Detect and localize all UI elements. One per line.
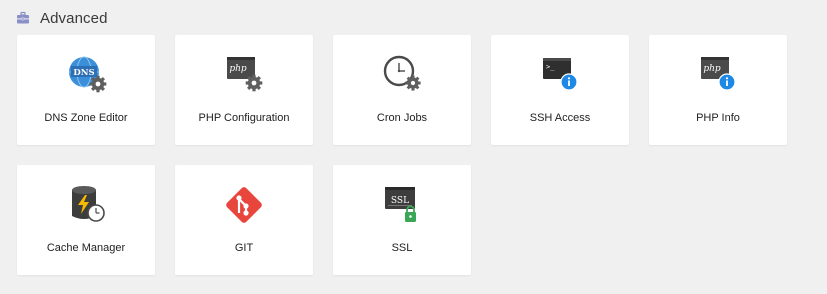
tool-label: PHP Configuration	[198, 112, 290, 124]
tool-card-git[interactable]: GIT	[175, 165, 313, 275]
section-header: Advanced	[16, 8, 108, 28]
tool-label: DNS Zone Editor	[44, 112, 128, 124]
svg-text:>_: >_	[546, 63, 555, 71]
tool-label: Cache Manager	[46, 242, 126, 254]
ssl-lock-icon: SSL	[380, 183, 424, 227]
tool-label: PHP Info	[696, 112, 740, 124]
terminal-info-icon: >_	[538, 53, 582, 97]
tool-label: GIT	[234, 242, 254, 254]
tool-card-cron-jobs[interactable]: Cron Jobs	[333, 35, 471, 145]
svg-text:php: php	[703, 64, 721, 74]
tool-card-dns-zone-editor[interactable]: DNS DNS Zone Editor	[17, 35, 155, 145]
advanced-section: Advanced DNS DNS Zone Editor php PHP Con…	[0, 0, 827, 294]
tools-grid: DNS DNS Zone Editor php PHP Configuratio…	[17, 35, 787, 275]
tool-card-ssl[interactable]: SSL SSL	[333, 165, 471, 275]
svg-text:SSL: SSL	[391, 196, 409, 206]
svg-text:DNS: DNS	[73, 68, 94, 78]
section-title: Advanced	[40, 9, 108, 27]
tool-card-ssh-access[interactable]: >_ SSH Access	[491, 35, 629, 145]
git-icon	[222, 183, 266, 227]
clock-gear-icon	[380, 53, 424, 97]
tool-label: SSL	[391, 242, 413, 254]
tool-card-php-configuration[interactable]: php PHP Configuration	[175, 35, 313, 145]
tool-label: Cron Jobs	[376, 112, 428, 124]
toolbox-icon	[16, 11, 30, 25]
php-info-icon: php	[696, 53, 740, 97]
svg-text:php: php	[229, 64, 247, 74]
tool-card-cache-manager[interactable]: Cache Manager	[17, 165, 155, 275]
dns-gear-icon: DNS	[64, 53, 108, 97]
tool-card-php-info[interactable]: php PHP Info	[649, 35, 787, 145]
php-gear-icon: php	[222, 53, 266, 97]
database-clock-icon	[64, 183, 108, 227]
tool-label: SSH Access	[529, 112, 591, 124]
